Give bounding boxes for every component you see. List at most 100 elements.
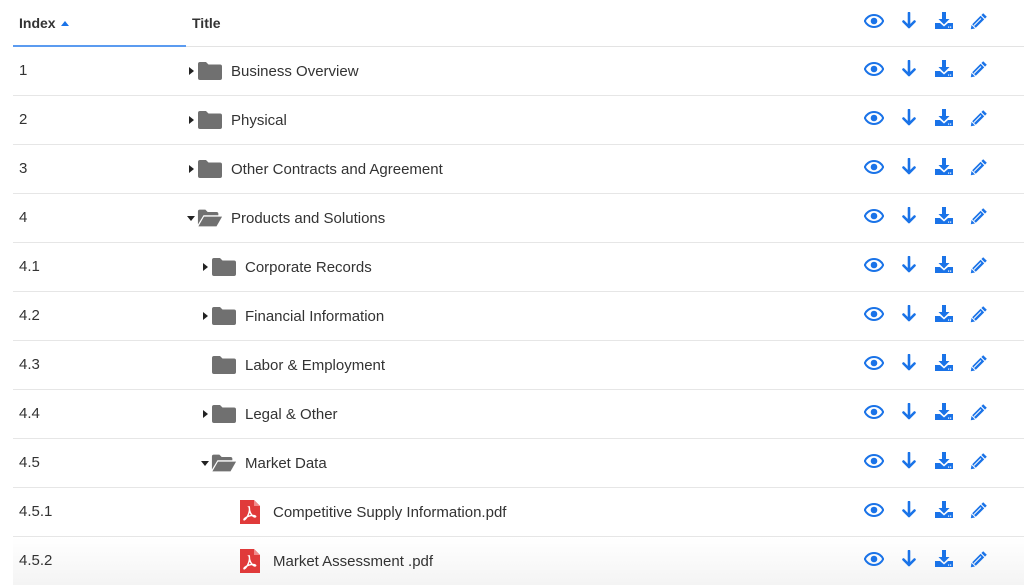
folder-open-icon [197,208,223,228]
view-button[interactable] [856,59,891,83]
header-edit-button[interactable] [961,11,996,35]
row-title[interactable]: Financial Information [245,308,384,325]
download-tray-button[interactable] [926,59,961,83]
download-tray-button[interactable] [926,402,961,426]
collapse-caret-icon[interactable] [185,215,197,221]
expand-caret-icon[interactable] [199,263,211,271]
edit-button[interactable] [961,500,996,524]
table-row[interactable]: 4.5.2 Market Assessment .pdf [13,537,1024,585]
download-tray-button[interactable] [926,206,961,230]
row-index: 2 [19,111,28,128]
eye-icon [863,110,884,130]
table-row[interactable]: 4.5.1 Competitive Supply Information.pdf [13,488,1024,537]
download-button[interactable] [891,206,926,230]
row-title[interactable]: Market Assessment .pdf [273,553,433,570]
download-tray-button[interactable] [926,451,961,475]
row-title[interactable]: Corporate Records [245,259,372,276]
eye-icon [863,13,884,33]
edit-button[interactable] [961,353,996,377]
expand-caret-icon[interactable] [185,165,197,173]
edit-button[interactable] [961,59,996,83]
download-button[interactable] [891,402,926,426]
row-title[interactable]: Physical [231,112,287,129]
expand-caret-icon[interactable] [199,312,211,320]
table-row[interactable]: 3 Other Contracts and Agreement [13,145,1024,194]
row-title[interactable]: Market Data [245,455,327,472]
view-button[interactable] [856,255,891,279]
download-button[interactable] [891,108,926,132]
column-header-title[interactable]: Title [192,15,221,31]
expand-caret-icon[interactable] [185,67,197,75]
download-tray-button[interactable] [926,500,961,524]
download-tray-button[interactable] [926,549,961,573]
view-button[interactable] [856,500,891,524]
eye-icon [863,551,884,571]
edit-button[interactable] [961,255,996,279]
download-tray-button[interactable] [926,255,961,279]
table-row[interactable]: 2 Physical [13,96,1024,145]
view-button[interactable] [856,353,891,377]
row-title[interactable]: Other Contracts and Agreement [231,161,443,178]
view-button[interactable] [856,402,891,426]
view-button[interactable] [856,549,891,573]
table-row[interactable]: 4 Products and Solutions [13,194,1024,243]
table-row[interactable]: 4.2 Financial Information [13,292,1024,341]
download-tray-button[interactable] [926,353,961,377]
download-button[interactable] [891,304,926,328]
download-button[interactable] [891,353,926,377]
row-title[interactable]: Competitive Supply Information.pdf [273,504,506,521]
row-title[interactable]: Labor & Employment [245,357,385,374]
edit-button[interactable] [961,108,996,132]
download-tray-button[interactable] [926,304,961,328]
header-view-button[interactable] [856,11,891,35]
view-button[interactable] [856,206,891,230]
download-tray-icon [934,451,954,475]
edit-button[interactable] [961,402,996,426]
download-tray-icon [934,108,954,132]
view-button[interactable] [856,108,891,132]
edit-button[interactable] [961,157,996,181]
expand-caret-icon[interactable] [199,410,211,418]
expand-caret-icon[interactable] [185,116,197,124]
edit-button[interactable] [961,549,996,573]
row-title[interactable]: Products and Solutions [231,210,385,227]
table-row[interactable]: 1 Business Overview [13,47,1024,96]
row-title-cell: Financial Information [199,292,384,340]
download-button[interactable] [891,500,926,524]
header-actions [856,0,996,46]
header-download-tray-button[interactable] [926,11,961,35]
pencil-icon [970,501,988,524]
download-button[interactable] [891,255,926,279]
download-button[interactable] [891,451,926,475]
edit-button[interactable] [961,304,996,328]
view-button[interactable] [856,304,891,328]
row-actions [856,96,996,144]
sort-ascending-icon [60,21,69,26]
download-button[interactable] [891,549,926,573]
download-tray-button[interactable] [926,157,961,181]
collapse-caret-icon[interactable] [199,460,211,466]
view-button[interactable] [856,451,891,475]
download-button[interactable] [891,157,926,181]
download-tray-icon [934,11,954,35]
eye-icon [863,306,884,326]
download-tray-button[interactable] [926,108,961,132]
view-button[interactable] [856,157,891,181]
row-actions [856,488,996,536]
table-row[interactable]: 4.4 Legal & Other [13,390,1024,439]
column-header-index[interactable]: Index [19,15,69,31]
row-actions [856,292,996,340]
table-row[interactable]: 4.5 Market Data [13,439,1024,488]
edit-button[interactable] [961,451,996,475]
download-button[interactable] [891,59,926,83]
row-actions [856,145,996,193]
edit-button[interactable] [961,206,996,230]
row-title[interactable]: Legal & Other [245,406,338,423]
table-header: Index Title [13,0,1024,47]
row-title[interactable]: Business Overview [231,63,359,80]
header-download-button[interactable] [891,11,926,35]
table-row[interactable]: 4.1 Corporate Records [13,243,1024,292]
table-row[interactable]: 4.3 Labor & Employment [13,341,1024,390]
pencil-icon [970,207,988,230]
row-actions [856,47,996,95]
